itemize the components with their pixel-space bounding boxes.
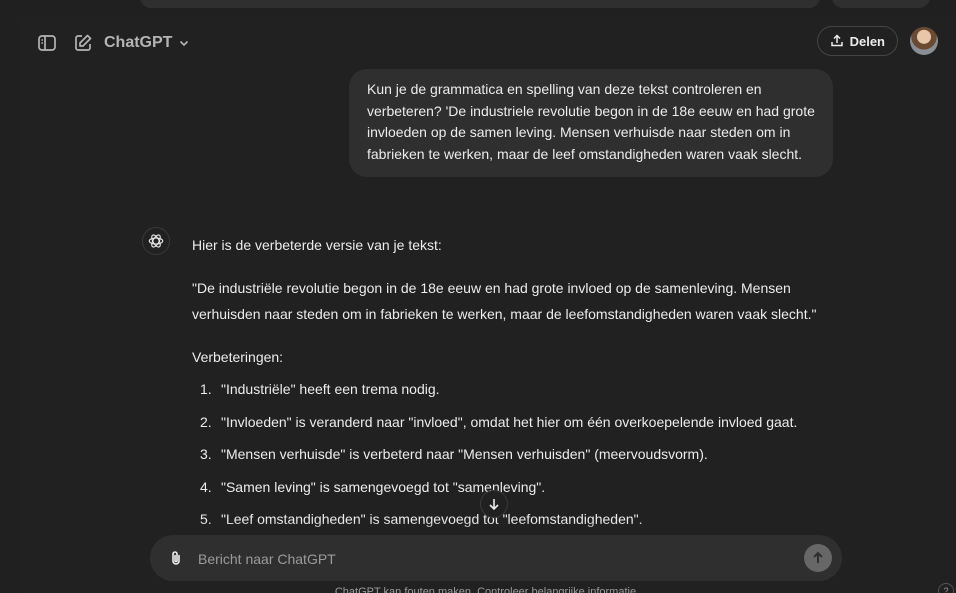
arrow-up-icon (813, 551, 823, 563)
list-text: "Industriële" heeft een trema nodig. (221, 381, 440, 397)
corrected-text: "De industriële revolutie begon in de 18… (192, 280, 817, 322)
list-number: 3. (200, 446, 212, 462)
improvements-heading: Verbeteringen: (192, 349, 284, 365)
sidebar-toggle-icon[interactable] (34, 30, 60, 56)
assistant-message: Hier is de verbeterde versie van je teks… (192, 232, 842, 539)
list-item: 3. "Mensen verhuisde" is verbeterd naar … (192, 441, 842, 467)
disclaimer: ChatGPT kan fouten maken. Controleer bel… (334, 586, 640, 593)
list-item: 4. "Samen leving" is samengevoegd tot "s… (192, 474, 842, 500)
send-button[interactable] (804, 544, 832, 572)
message-input[interactable] (196, 547, 760, 571)
user-avatar[interactable] (910, 27, 938, 55)
header: ChatGPT Delen (18, 16, 956, 70)
browser-button (832, 0, 930, 8)
user-message: Kun je de grammatica en spelling van dez… (349, 69, 833, 178)
model-selector[interactable]: ChatGPT (104, 30, 190, 56)
help-button[interactable]: ? (938, 583, 954, 593)
browser-address-bar (140, 0, 820, 8)
new-chat-icon[interactable] (70, 30, 96, 56)
list-number: 2. (200, 413, 212, 430)
list-number: 4. (200, 478, 212, 495)
list-text: "Invloeden" is veranderd naar "invloed",… (221, 413, 798, 430)
scroll-down-button[interactable] (480, 490, 508, 518)
list-item: 2. "Invloeden" is veranderd naar "invloe… (192, 409, 842, 435)
improvements-list: 1. "Industriële" heeft een trema nodig. … (192, 376, 842, 532)
share-button[interactable]: Delen (816, 26, 898, 56)
share-label: Delen (849, 33, 885, 49)
chevron-down-icon (180, 40, 189, 47)
share-icon (830, 34, 843, 47)
assistant-intro: Hier is de verbeterde versie van je teks… (192, 237, 442, 253)
chatgpt-window: ChatGPT Delen Kun je de grammatica en sp… (18, 16, 956, 593)
list-number: 1. (200, 381, 212, 397)
model-label: ChatGPT (104, 34, 173, 51)
arrow-down-icon (489, 499, 499, 511)
paperclip-icon[interactable] (164, 546, 188, 570)
chatgpt-logo-icon (142, 227, 170, 255)
composer (150, 535, 842, 581)
list-item: 1. "Industriële" heeft een trema nodig. (192, 376, 842, 402)
list-text: "Mensen verhuisde" is verbeterd naar "Me… (221, 446, 708, 462)
